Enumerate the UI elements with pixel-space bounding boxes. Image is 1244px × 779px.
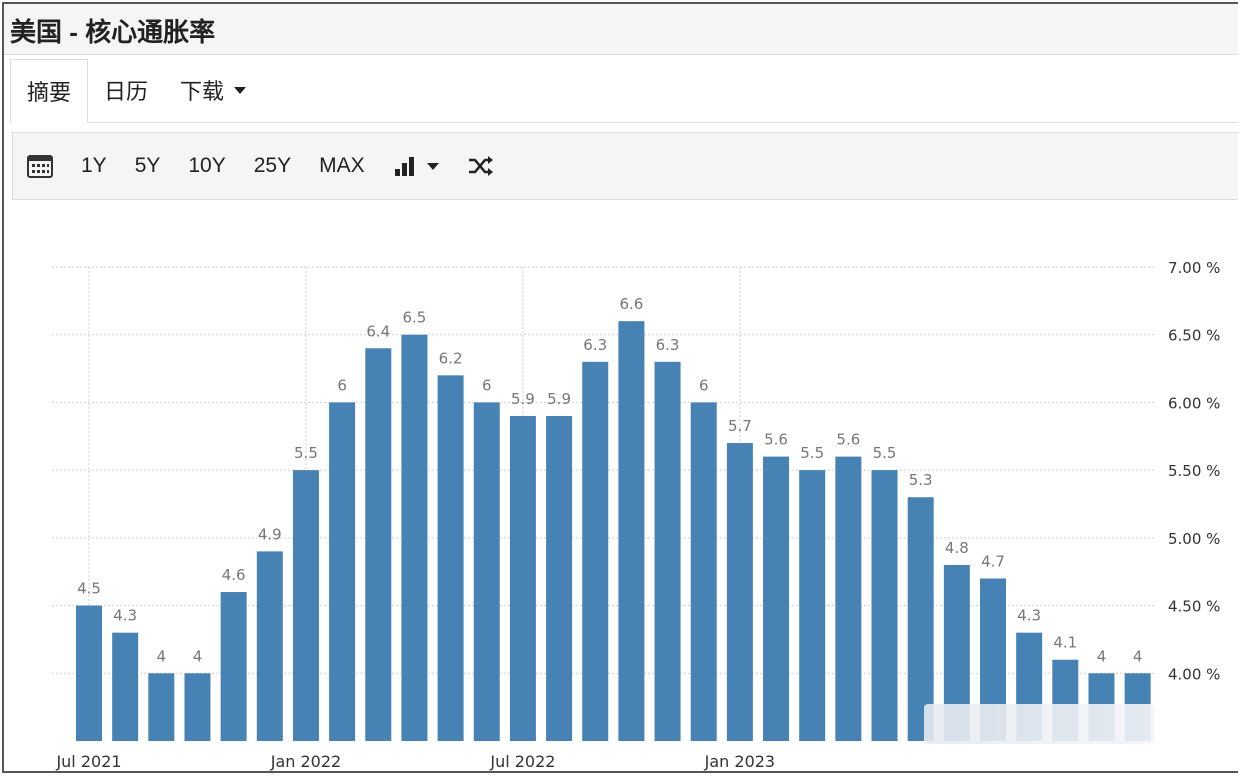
data-label: 6.3 [656,336,680,354]
bar-chart-icon [394,157,414,176]
caret-down-icon [234,86,247,94]
y-tick-label: 5.50 % [1168,462,1220,480]
y-tick-label: 7.00 % [1168,259,1220,277]
data-bar[interactable] [148,673,175,741]
data-bar[interactable] [871,470,898,741]
data-label: 5.5 [873,444,897,462]
chart-type-button[interactable] [393,155,439,177]
data-label: 5.9 [511,390,535,408]
range-1y-button[interactable]: 1Y [81,154,107,178]
data-label: 6 [482,376,492,394]
range-25y-button[interactable]: 25Y [254,154,291,178]
data-label: 6 [337,376,347,394]
y-tick-label: 5.00 % [1168,530,1220,548]
title-bar: 美国 - 核心通胀率 [4,4,1238,55]
data-bar[interactable] [618,321,645,741]
data-label: 5.5 [800,444,824,462]
y-tick-label: 4.00 % [1168,665,1220,683]
data-label: 6.4 [366,322,390,340]
calendar-icon[interactable] [27,154,53,178]
data-label: 4 [157,647,167,665]
data-bar[interactable] [509,415,536,741]
data-bar[interactable] [437,375,464,741]
data-label: 4.6 [222,566,246,584]
tab-download-label: 下载 [180,79,225,104]
data-label: 6.3 [583,336,607,354]
data-bar[interactable] [473,402,500,741]
data-label: 4.7 [981,552,1005,570]
watermark-overlay [924,704,1154,744]
data-bar[interactable] [401,334,428,741]
chevron-down-icon [426,162,439,170]
data-bar[interactable] [112,632,139,741]
data-label: 4.1 [1053,634,1077,652]
range-5y-button[interactable]: 5Y [135,154,161,178]
shuffle-icon[interactable] [467,155,495,177]
data-bar[interactable] [582,361,609,741]
tab-calendar-label: 日历 [104,79,149,104]
data-label: 6.2 [439,349,463,367]
data-bar[interactable] [329,402,356,741]
tab-summary[interactable]: 摘要 [10,59,89,123]
y-tick-label: 6.50 % [1168,327,1220,345]
data-label: 4.8 [945,539,969,557]
page-title: 美国 - 核心通胀率 [10,17,216,47]
y-tick-label: 6.00 % [1168,394,1220,412]
data-label: 4 [1133,647,1143,665]
data-label: 4.3 [113,607,137,625]
data-label: 5.5 [294,444,318,462]
data-bar[interactable] [365,348,392,741]
data-bar[interactable] [654,361,681,741]
x-tick-label: Jan 2022 [270,752,341,771]
chart-toolbar: 1Y 5Y 10Y 25Y MAX [12,132,1238,200]
tab-summary-label: 摘要 [27,80,72,105]
data-label: 5.6 [836,431,860,449]
data-label: 5.3 [909,471,933,489]
data-label: 4.5 [77,580,101,598]
chart-area: 4.5 4.3 4 4 4.6 4.9 5.5 6 6.4 6.5 6.2 6 5.9 5.9 6.3 6.6… [4,204,1238,771]
range-max-button[interactable]: MAX [319,154,365,178]
x-tick-label: Jan 2023 [704,752,775,771]
x-tick-label: Jul 2022 [489,752,555,771]
data-bar[interactable] [690,402,717,741]
tab-download[interactable]: 下载 [164,58,262,122]
data-bar[interactable] [799,470,826,741]
data-label: 5.9 [547,390,571,408]
tab-calendar[interactable]: 日历 [88,58,164,122]
data-bar[interactable] [220,592,247,741]
data-bar[interactable] [292,470,319,741]
data-bar[interactable] [184,673,211,741]
x-tick-label: Jul 2021 [55,752,121,771]
data-bar[interactable] [835,456,862,741]
data-label: 6.5 [403,309,427,327]
data-bar[interactable] [256,551,283,741]
bar-chart: 4.5 4.3 4 4 4.6 4.9 5.5 6 6.4 6.5 6.2 6 5.9 5.9 6.3 6.6… [52,259,1220,771]
data-label: 4 [1097,647,1107,665]
data-bar[interactable] [726,443,753,741]
data-label: 4.9 [258,525,282,543]
tab-bar: 摘要 日历 下载 [10,56,1238,123]
data-label: 5.6 [764,431,788,449]
data-label: 6 [699,376,709,394]
data-label: 4 [193,647,203,665]
data-bar[interactable] [763,456,790,741]
data-label: 6.6 [619,295,643,313]
range-10y-button[interactable]: 10Y [188,154,225,178]
data-bar[interactable] [546,415,573,741]
data-label: 5.7 [728,417,752,435]
data-bar[interactable] [76,605,102,741]
chart-frame: 美国 - 核心通胀率 摘要 日历 下载 1Y 5Y 10Y 25Y MAX 4.… [2,2,1238,773]
data-label: 4.3 [1017,607,1041,625]
y-tick-label: 4.50 % [1168,598,1220,616]
